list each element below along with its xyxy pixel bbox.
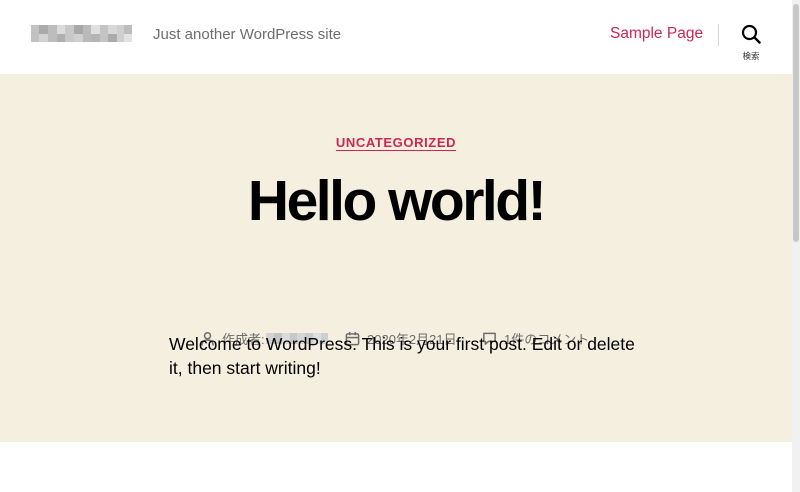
nav-link-sample-page[interactable]: Sample Page [610,25,703,43]
site-header: Just another WordPress site Sample Page … [0,0,792,74]
search-toggle-button[interactable]: 検索 [733,22,769,64]
post-content: Welcome to WordPress. This is your first… [169,334,635,378]
post-title[interactable]: Hello world! [0,166,792,236]
header-divider [718,24,719,46]
search-label: 検索 [742,51,760,61]
page-lower-area [0,442,792,492]
post-categories: UNCATEGORIZED [0,134,792,152]
post-hero: UNCATEGORIZED Hello world! 作成者: 2020年2月2… [0,74,792,442]
search-icon [741,24,761,44]
site-logo[interactable] [31,25,132,42]
site-description: Just another WordPress site [153,26,342,43]
category-link[interactable]: UNCATEGORIZED [336,135,456,150]
scrollbar-thumb[interactable] [793,4,799,242]
